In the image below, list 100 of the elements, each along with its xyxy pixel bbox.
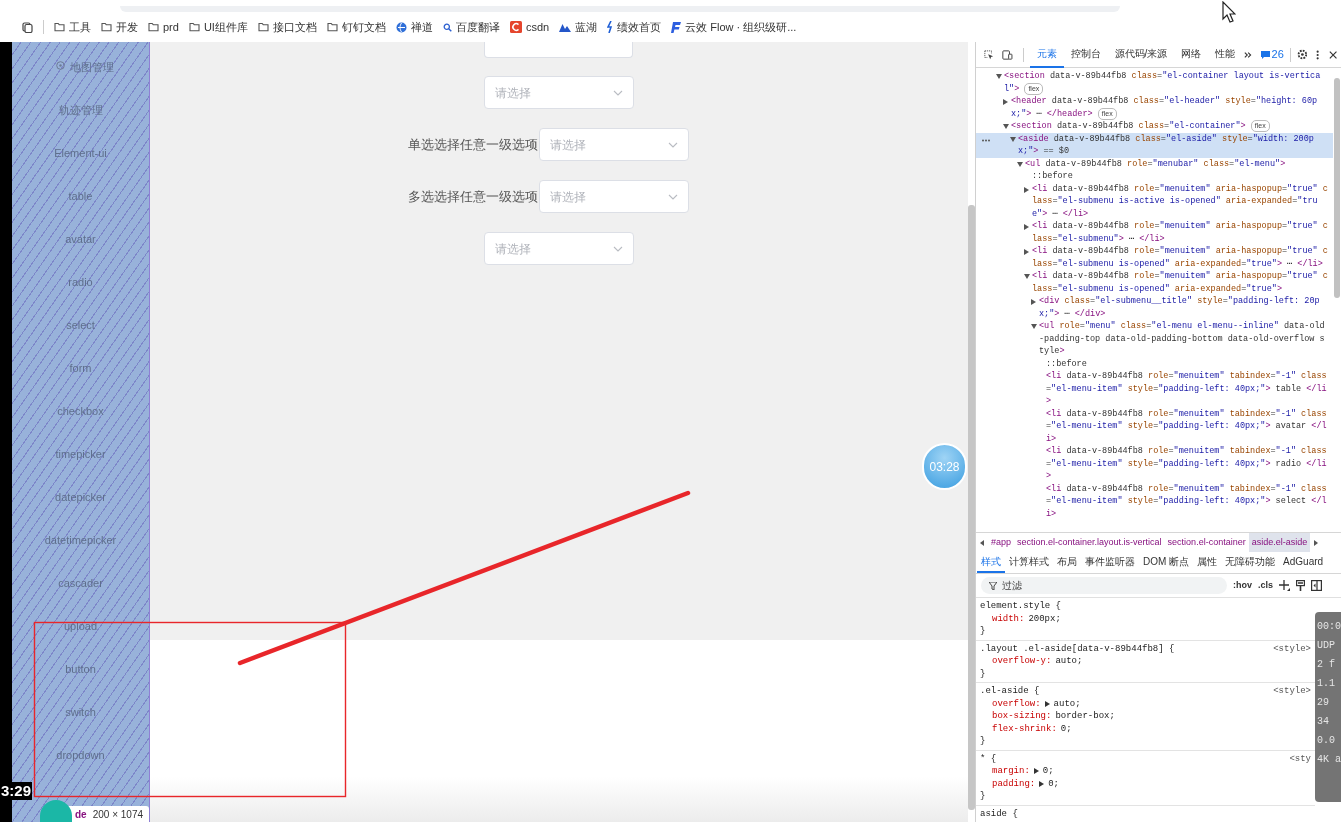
expand-triangle-icon[interactable] bbox=[1039, 780, 1045, 787]
css-property-value[interactable]: 0; bbox=[1042, 765, 1054, 778]
css-property-name[interactable]: overflow: bbox=[992, 697, 1041, 710]
more-icon[interactable] bbox=[982, 138, 990, 142]
css-property-value[interactable]: auto; bbox=[1053, 697, 1081, 710]
close-icon[interactable] bbox=[1328, 49, 1338, 60]
stats-line: 29 bbox=[1317, 696, 1330, 709]
disclosure-triangle-icon[interactable] bbox=[1003, 99, 1008, 105]
disclosure-triangle-icon[interactable] bbox=[1024, 249, 1029, 255]
styles-pane-tab[interactable]: DOM 断点 bbox=[1139, 552, 1194, 573]
dom-tree-row[interactable]: <li data-v-89b44fb8 role="menuitem" tabindex="-1" class="el-menu-item" style="padding-left: 40px;"> table </li> bbox=[976, 370, 1333, 408]
bookmark-link[interactable]: 百度翻译 bbox=[442, 18, 500, 36]
scrollbar-thumb[interactable] bbox=[1334, 78, 1340, 298]
css-property-value[interactable]: 200px; bbox=[1028, 612, 1061, 625]
bookmark-link[interactable]: 蓝湖 bbox=[559, 18, 598, 36]
styles-pane-tab[interactable]: AdGuard bbox=[1279, 552, 1328, 573]
bookmark-link[interactable]: 云效 Flow · 组织级研... bbox=[671, 18, 797, 36]
devtools-tab[interactable]: 源代码/来源 bbox=[1107, 41, 1175, 68]
css-property-name[interactable]: flex-shrink: bbox=[992, 722, 1057, 735]
dom-tree-row[interactable]: <ul role="menu" class="el-menu el-menu--inline" data-old-padding-top data-old-padding-bottom data-old-overflow style> bbox=[976, 320, 1333, 358]
select-field[interactable] bbox=[484, 42, 633, 58]
disclosure-triangle-icon[interactable] bbox=[1003, 124, 1009, 129]
folder-icon bbox=[54, 22, 65, 32]
css-property-value[interactable]: auto; bbox=[1055, 655, 1083, 668]
tab-search-icon[interactable] bbox=[22, 21, 33, 33]
css-property-value[interactable]: border-box; bbox=[1055, 710, 1115, 723]
bookmark-link[interactable]: csdn bbox=[509, 18, 550, 36]
dom-tree-row[interactable]: <div class="el-submenu__title" style="padding-left: 20px;"> ⋯ </div> bbox=[976, 295, 1333, 320]
add-rule-icon[interactable] bbox=[1279, 580, 1290, 591]
disclosure-triangle-icon[interactable] bbox=[1010, 136, 1016, 142]
device-toggle-icon[interactable] bbox=[1001, 48, 1013, 61]
scroll-right-icon[interactable] bbox=[1314, 539, 1319, 546]
paint-icon[interactable] bbox=[1296, 580, 1305, 591]
devtools-tab[interactable]: 网络 bbox=[1174, 41, 1209, 68]
folder-icon bbox=[326, 22, 338, 32]
stylesheet-link[interactable]: <sty bbox=[1289, 752, 1311, 765]
bookmark-link[interactable]: 禅道 bbox=[395, 18, 433, 36]
bookmark-link[interactable]: 开发 bbox=[101, 18, 138, 36]
css-property-name[interactable]: margin: bbox=[992, 765, 1030, 778]
disclosure-triangle-icon[interactable] bbox=[996, 74, 1002, 79]
css-selector: .el-aside { bbox=[980, 685, 1040, 698]
filter-toggle-button[interactable]: :hov bbox=[1233, 578, 1252, 593]
dom-tree-row[interactable]: <li data-v-89b44fb8 role="menuitem" aria-haspopup="true" class="el-submenu is-active is-opened" aria-expanded="true"> ⋯ </li> bbox=[976, 182, 1333, 220]
dom-tree-row[interactable]: <li data-v-89b44fb8 role="menuitem" aria-haspopup="true" class="el-submenu is-opened" aria-expanded="true"> bbox=[976, 270, 1333, 295]
devtools-tab[interactable]: 控制台 bbox=[1063, 41, 1108, 68]
styles-pane-tab[interactable]: 样式 bbox=[977, 552, 1005, 573]
sidebar-toggle-icon[interactable] bbox=[1311, 580, 1322, 591]
closing-brace: } bbox=[980, 790, 987, 803]
more-options-icon[interactable] bbox=[1316, 48, 1320, 61]
css-property-value[interactable]: 0; bbox=[1048, 777, 1060, 790]
breadcrumb-item[interactable]: #app bbox=[988, 533, 1015, 552]
devtools-tab[interactable]: 性能 bbox=[1208, 41, 1243, 68]
expand-triangle-icon[interactable] bbox=[1033, 768, 1039, 775]
css-property-name[interactable]: padding: bbox=[992, 777, 1036, 790]
dom-tree-row[interactable]: <li data-v-89b44fb8 role="menuitem" aria-haspopup="true" class="el-submenu is-opened" aria-expanded="true"> ⋯ </li> bbox=[976, 245, 1333, 270]
bookmark-link[interactable]: 接口文档 bbox=[257, 18, 317, 36]
styles-pane-tab[interactable]: 无障碍功能 bbox=[1221, 552, 1280, 573]
styles-pane-tab[interactable]: 布局 bbox=[1053, 552, 1081, 573]
scroll-left-icon[interactable] bbox=[980, 539, 984, 546]
css-property-name[interactable]: box-sizing: bbox=[992, 710, 1052, 723]
css-property-value[interactable]: 0; bbox=[1060, 722, 1072, 735]
dom-tree-row[interactable]: ::before bbox=[976, 170, 1333, 183]
expand-triangle-icon[interactable] bbox=[1044, 700, 1050, 707]
bookmark-link[interactable]: prd bbox=[148, 18, 179, 36]
disclosure-triangle-icon[interactable] bbox=[1024, 224, 1029, 230]
scrollbar-thumb[interactable] bbox=[968, 205, 975, 810]
dom-tree-row[interactable]: <li data-v-89b44fb8 role="menuitem" tabindex="-1" class="el-menu-item" style="padding-left: 40px;"> select </li> bbox=[976, 482, 1333, 520]
issues-button[interactable]: 26 bbox=[1260, 46, 1284, 63]
disclosure-triangle-icon[interactable] bbox=[1024, 274, 1030, 279]
breadcrumb-item[interactable]: section.el-container.layout.is-vertical bbox=[1014, 533, 1165, 552]
disclosure-triangle-icon[interactable] bbox=[1017, 161, 1023, 167]
devtools-tab[interactable]: 元素 bbox=[1029, 41, 1064, 68]
bookmark-link[interactable]: 钉钉文档 bbox=[326, 18, 386, 36]
disclosure-triangle-icon[interactable] bbox=[1031, 299, 1036, 305]
dom-tree-row[interactable]: <ul data-v-89b44fb8 role="menubar" class="el-menu"> bbox=[976, 157, 1333, 170]
bookmark-link[interactable]: UI组件库 bbox=[188, 18, 248, 36]
dom-tree-row[interactable]: <li data-v-89b44fb8 role="menuitem" tabindex="-1" class="el-menu-item" style="padding-left: 40px;"> radio </li> bbox=[976, 445, 1333, 483]
disclosure-triangle-icon[interactable] bbox=[1031, 324, 1037, 329]
css-property-name[interactable]: width: bbox=[992, 612, 1025, 625]
css-property-name[interactable]: overflow-y: bbox=[992, 655, 1052, 668]
dom-tree-row[interactable]: ::before bbox=[976, 357, 1333, 370]
css-selector: aside { bbox=[980, 807, 1018, 820]
dom-tree-row[interactable]: <li data-v-89b44fb8 role="menuitem" tabindex="-1" class="el-menu-item" style="padding-left: 40px;"> avatar </li> bbox=[976, 407, 1333, 445]
dom-tree-row[interactable]: <li data-v-89b44fb8 role="menuitem" aria-haspopup="true" class="el-submenu"> ⋯ </li> bbox=[976, 220, 1333, 245]
chevron-down-icon bbox=[613, 89, 623, 96]
more-tabs-icon[interactable] bbox=[1244, 50, 1253, 59]
styles-pane-tab[interactable]: 事件监听器 bbox=[1081, 552, 1139, 573]
stylesheet-link[interactable]: <style> bbox=[1273, 685, 1311, 698]
inspect-icon[interactable] bbox=[984, 48, 994, 61]
settings-icon[interactable] bbox=[1296, 48, 1308, 61]
breadcrumb-item[interactable]: section.el-container bbox=[1164, 533, 1249, 552]
filter-toggle-button[interactable]: .cls bbox=[1258, 578, 1273, 593]
disclosure-triangle-icon[interactable] bbox=[1024, 186, 1029, 193]
filter-field[interactable]: 过滤 bbox=[981, 577, 1227, 594]
breadcrumb-item[interactable]: aside.el-aside bbox=[1248, 533, 1311, 552]
styles-pane-tab[interactable]: 属性 bbox=[1193, 552, 1222, 573]
styles-pane-tab[interactable]: 计算样式 bbox=[1005, 552, 1053, 573]
stylesheet-link[interactable]: <style> bbox=[1273, 642, 1311, 655]
bookmark-link[interactable]: 绩效首页 bbox=[607, 18, 662, 36]
bookmark-link[interactable]: 工具 bbox=[54, 18, 91, 36]
